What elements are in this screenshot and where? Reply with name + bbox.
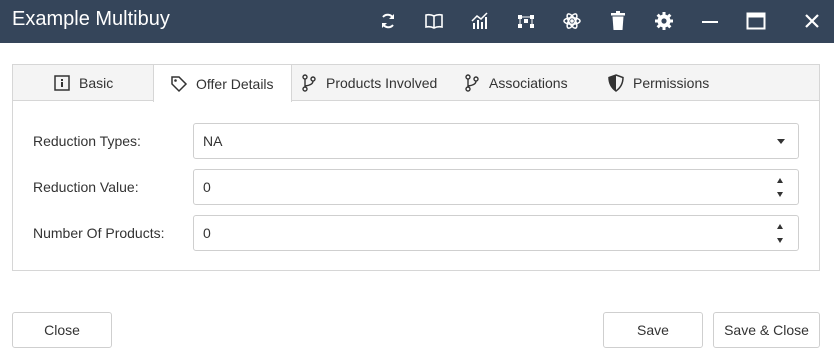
tab-associations-label: Associations: [489, 75, 568, 91]
refresh-icon[interactable]: [375, 8, 401, 34]
reduction-value-input[interactable]: 0: [193, 169, 799, 205]
tag-icon: [170, 75, 188, 93]
spin-down-icon[interactable]: [777, 192, 783, 197]
tab-products-involved-label: Products Involved: [326, 75, 438, 91]
tab-permissions-label: Permissions: [633, 75, 710, 91]
spin-down-icon[interactable]: [777, 238, 783, 243]
spin-up-icon[interactable]: [777, 178, 783, 183]
tab-associations[interactable]: Associations: [463, 65, 568, 101]
book-icon[interactable]: [421, 8, 447, 34]
spin-up-icon[interactable]: [777, 224, 783, 229]
window-titlebar: Example Multibuy: [0, 0, 834, 43]
number-of-products-input[interactable]: 0: [193, 215, 799, 251]
close-button[interactable]: Close: [12, 312, 112, 348]
info-icon: [53, 74, 71, 92]
reduction-types-select[interactable]: NA: [193, 123, 799, 159]
tab-basic-label: Basic: [79, 75, 114, 91]
save-button[interactable]: Save: [603, 312, 703, 348]
branch-icon: [300, 74, 318, 92]
tab-offer-details-label: Offer Details: [196, 75, 274, 92]
tab-panel: Basic Offer Details Products Involved As…: [12, 64, 820, 271]
chart-icon[interactable]: [467, 8, 493, 34]
tab-products-involved[interactable]: Products Involved: [300, 65, 437, 101]
close-icon[interactable]: [799, 8, 825, 34]
branch-icon: [463, 74, 481, 92]
gear-icon[interactable]: [651, 8, 677, 34]
save-and-close-button[interactable]: Save & Close: [713, 312, 820, 348]
tab-basic[interactable]: Basic: [53, 65, 113, 101]
maximize-icon[interactable]: [743, 8, 769, 34]
atom-icon[interactable]: [559, 8, 585, 34]
trash-icon[interactable]: [605, 8, 631, 34]
shield-icon: [607, 74, 625, 92]
number-of-products-value: 0: [203, 225, 211, 241]
number-of-products-label: Number Of Products:: [33, 225, 165, 241]
reduction-types-label: Reduction Types:: [33, 133, 141, 149]
window-title: Example Multibuy: [12, 8, 170, 30]
reduction-value-value: 0: [203, 179, 211, 195]
tab-strip: Basic Offer Details Products Involved As…: [13, 65, 819, 102]
reduction-types-value: NA: [203, 133, 223, 149]
reduction-value-label: Reduction Value:: [33, 179, 139, 195]
nodes-icon[interactable]: [513, 8, 539, 34]
chevron-down-icon[interactable]: [777, 139, 785, 144]
tab-permissions[interactable]: Permissions: [607, 65, 709, 101]
minimize-icon[interactable]: [697, 8, 723, 34]
tab-offer-details[interactable]: Offer Details: [153, 65, 292, 102]
